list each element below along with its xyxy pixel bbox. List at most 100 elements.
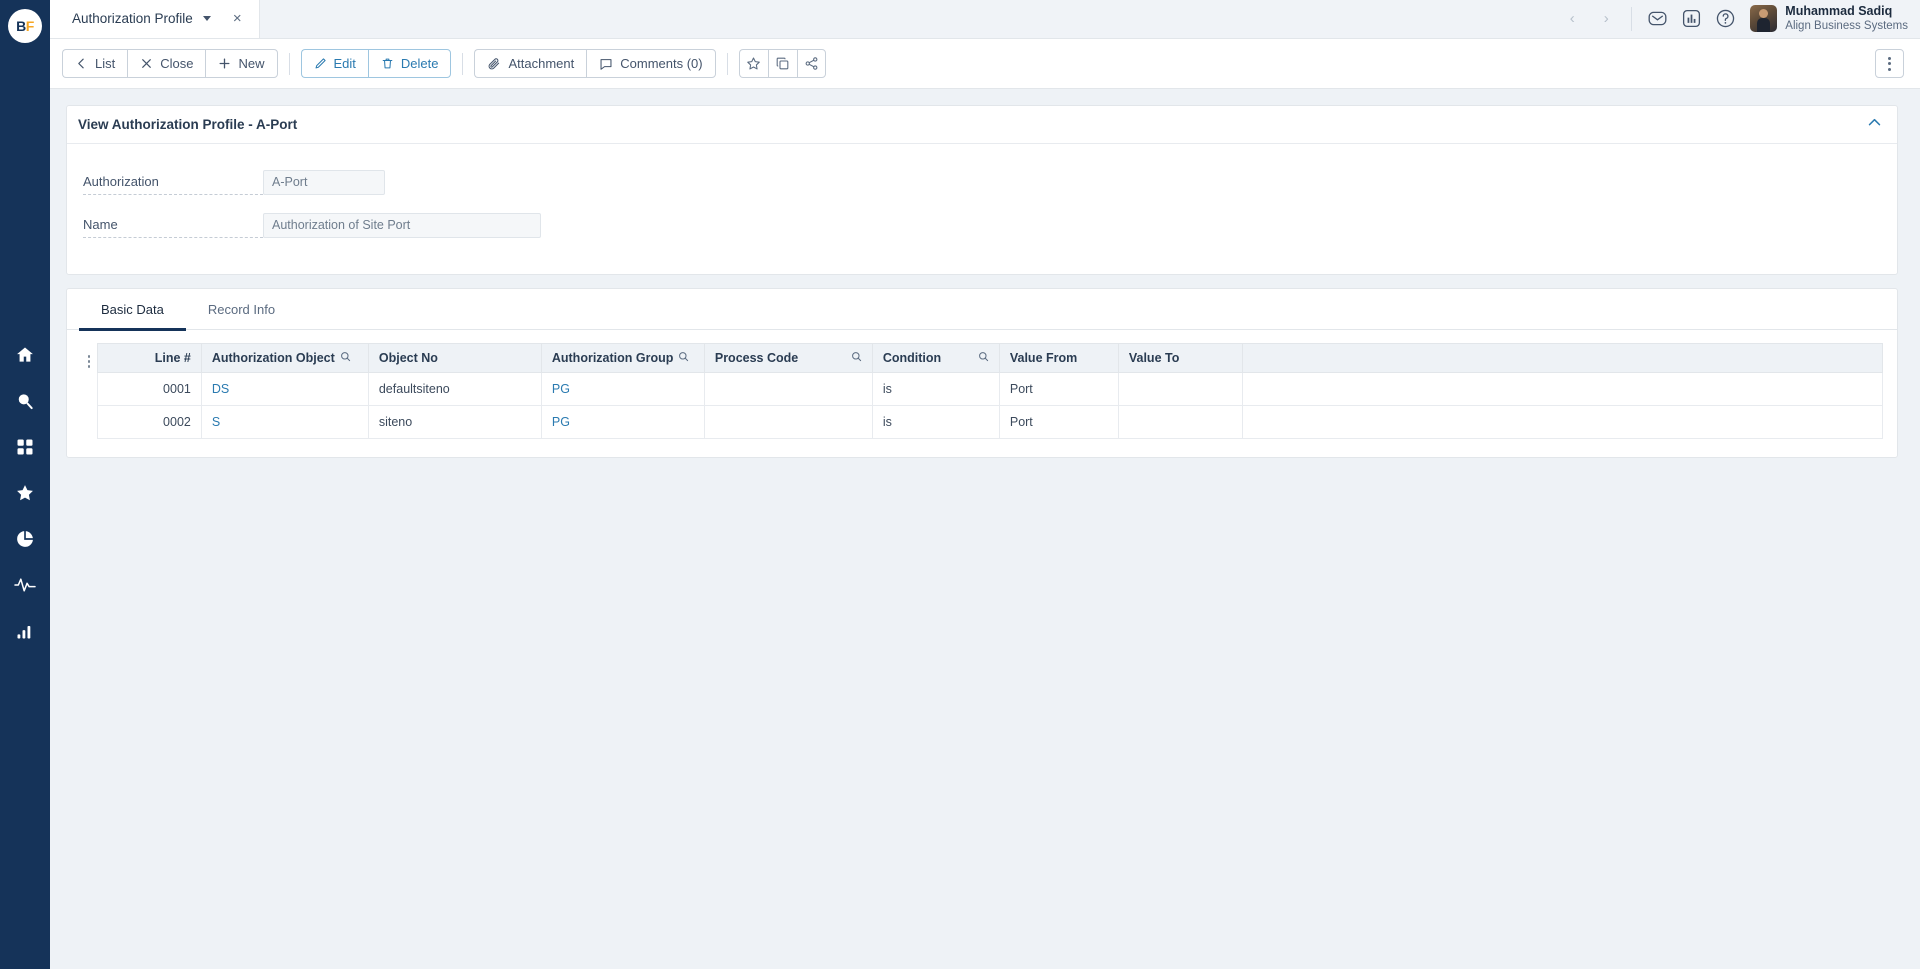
- cell-spacer: [1241, 405, 1884, 439]
- next-record-arrow[interactable]: ›: [1589, 10, 1623, 27]
- logo-letter-f: F: [25, 18, 35, 34]
- dot: [87, 365, 91, 368]
- col-authorization-object-label: Authorization Object: [211, 351, 335, 365]
- search-icon[interactable]: [978, 351, 989, 365]
- main-area: Authorization Profile × ‹ › Muhammad Sad…: [50, 0, 1920, 969]
- avatar[interactable]: [1750, 5, 1778, 32]
- logo-letter-b: B: [16, 18, 26, 34]
- bar-chart-icon[interactable]: [15, 621, 35, 641]
- action-toolbar: List Close New Edit Delete Attachment Co…: [50, 39, 1920, 89]
- col-condition[interactable]: Condition: [871, 343, 1000, 373]
- star-icon[interactable]: [15, 483, 35, 503]
- col-object-no[interactable]: Object No: [367, 343, 542, 373]
- name-field[interactable]: Authorization of Site Port: [263, 212, 541, 238]
- tab-record-info[interactable]: Record Info: [186, 289, 297, 330]
- authorization-field[interactable]: A-Port: [263, 169, 385, 195]
- edit-button-group: Edit Delete: [300, 49, 452, 78]
- authorization-object-link[interactable]: S: [212, 415, 220, 429]
- user-info[interactable]: Muhammad Sadiq Align Business Systems: [1785, 4, 1908, 34]
- col-authorization-object[interactable]: Authorization Object: [200, 343, 369, 373]
- left-nav-rail: BF: [0, 0, 50, 969]
- tab-basic-data[interactable]: Basic Data: [79, 289, 186, 331]
- name-label: Name: [83, 212, 263, 238]
- cell-object-no: defaultsiteno: [367, 372, 542, 406]
- cell-authorization-object: S: [200, 405, 369, 439]
- cell-process-code: [703, 405, 873, 439]
- toolbar-divider-3: [726, 52, 728, 75]
- new-button-label: New: [238, 56, 265, 71]
- grid-options-button[interactable]: [81, 343, 97, 439]
- table-row[interactable]: 0002 S siteno PG is Port: [96, 405, 1884, 439]
- document-tab-label: Authorization Profile: [72, 11, 193, 26]
- list-button-label: List: [95, 56, 116, 71]
- search-icon[interactable]: [15, 391, 35, 411]
- authorization-profile-panel: View Authorization Profile - A-Port Auth…: [66, 105, 1898, 275]
- chevron-up-icon[interactable]: [1866, 114, 1883, 136]
- cell-condition: is: [871, 405, 1000, 439]
- close-icon[interactable]: ×: [233, 11, 242, 26]
- copy-icon[interactable]: [767, 49, 797, 78]
- new-button[interactable]: New: [205, 49, 278, 78]
- delete-button-label: Delete: [400, 56, 439, 71]
- col-authorization-group-label: Authorization Group: [551, 351, 674, 365]
- user-org: Align Business Systems: [1785, 20, 1908, 33]
- col-line[interactable]: Line #: [96, 343, 202, 373]
- pie-chart-icon[interactable]: [15, 529, 35, 549]
- list-button[interactable]: List: [62, 49, 128, 78]
- search-icon[interactable]: [340, 351, 351, 365]
- col-value-to-label: Value To: [1128, 351, 1180, 365]
- document-tab-authorization-profile[interactable]: Authorization Profile ×: [50, 0, 260, 38]
- star-icon[interactable]: [738, 49, 768, 78]
- authorization-object-link[interactable]: DS: [212, 382, 229, 396]
- share-icon[interactable]: [796, 49, 826, 78]
- cell-spacer: [1241, 372, 1884, 406]
- col-object-no-label: Object No: [378, 351, 438, 365]
- overflow-menu-button[interactable]: [1875, 49, 1904, 78]
- toolbar-divider: [288, 52, 290, 75]
- table-row[interactable]: 0001 DS defaultsiteno PG is Port: [96, 372, 1884, 406]
- delete-button[interactable]: Delete: [367, 49, 452, 78]
- authorization-group-link[interactable]: PG: [552, 382, 570, 396]
- toolbar-divider-2: [462, 52, 464, 75]
- form-area: Authorization A-Port Name Authorization …: [67, 144, 1897, 274]
- attachment-button[interactable]: Attachment: [474, 49, 587, 78]
- col-value-from-label: Value From: [1009, 351, 1078, 365]
- dot: [87, 355, 91, 358]
- search-icon[interactable]: [851, 351, 862, 365]
- comments-button[interactable]: Comments (0): [586, 49, 716, 78]
- col-authorization-group[interactable]: Authorization Group: [540, 343, 705, 373]
- cell-value-to: [1117, 405, 1243, 439]
- apps-grid-icon[interactable]: [15, 437, 35, 457]
- table-header-row: Line # Authorization Object Object No Au…: [96, 343, 1884, 373]
- cell-line: 0001: [96, 372, 202, 406]
- dot: [1888, 67, 1891, 71]
- grid-wrapper: Line # Authorization Object Object No Au…: [67, 330, 1897, 457]
- help-icon[interactable]: [1708, 2, 1742, 36]
- user-name: Muhammad Sadiq: [1785, 3, 1893, 18]
- home-icon[interactable]: [15, 345, 35, 365]
- app-logo[interactable]: BF: [8, 9, 42, 43]
- tab-basic-data-label: Basic Data: [101, 302, 164, 317]
- chevron-down-icon[interactable]: [202, 16, 211, 21]
- activity-pulse-icon[interactable]: [14, 575, 36, 595]
- panel-header: View Authorization Profile - A-Port: [67, 106, 1897, 144]
- cell-authorization-group: PG: [540, 372, 705, 406]
- dot: [87, 360, 91, 363]
- col-value-from[interactable]: Value From: [998, 343, 1119, 373]
- cell-line: 0002: [96, 405, 202, 439]
- search-icon[interactable]: [678, 351, 689, 365]
- cell-value-from: Port: [998, 405, 1119, 439]
- dot: [1888, 56, 1891, 60]
- col-value-to[interactable]: Value To: [1117, 343, 1243, 373]
- col-spacer: [1241, 343, 1884, 373]
- close-button[interactable]: Close: [127, 49, 206, 78]
- col-process-code[interactable]: Process Code: [703, 343, 873, 373]
- authorization-group-link[interactable]: PG: [552, 415, 570, 429]
- mail-icon[interactable]: [1640, 2, 1674, 36]
- prev-record-arrow[interactable]: ‹: [1555, 10, 1589, 27]
- cell-condition: is: [871, 372, 1000, 406]
- chart-icon[interactable]: [1674, 2, 1708, 36]
- authorization-label: Authorization: [83, 169, 263, 195]
- window-tab-bar: Authorization Profile × ‹ › Muhammad Sad…: [50, 0, 1920, 39]
- edit-button[interactable]: Edit: [300, 49, 368, 78]
